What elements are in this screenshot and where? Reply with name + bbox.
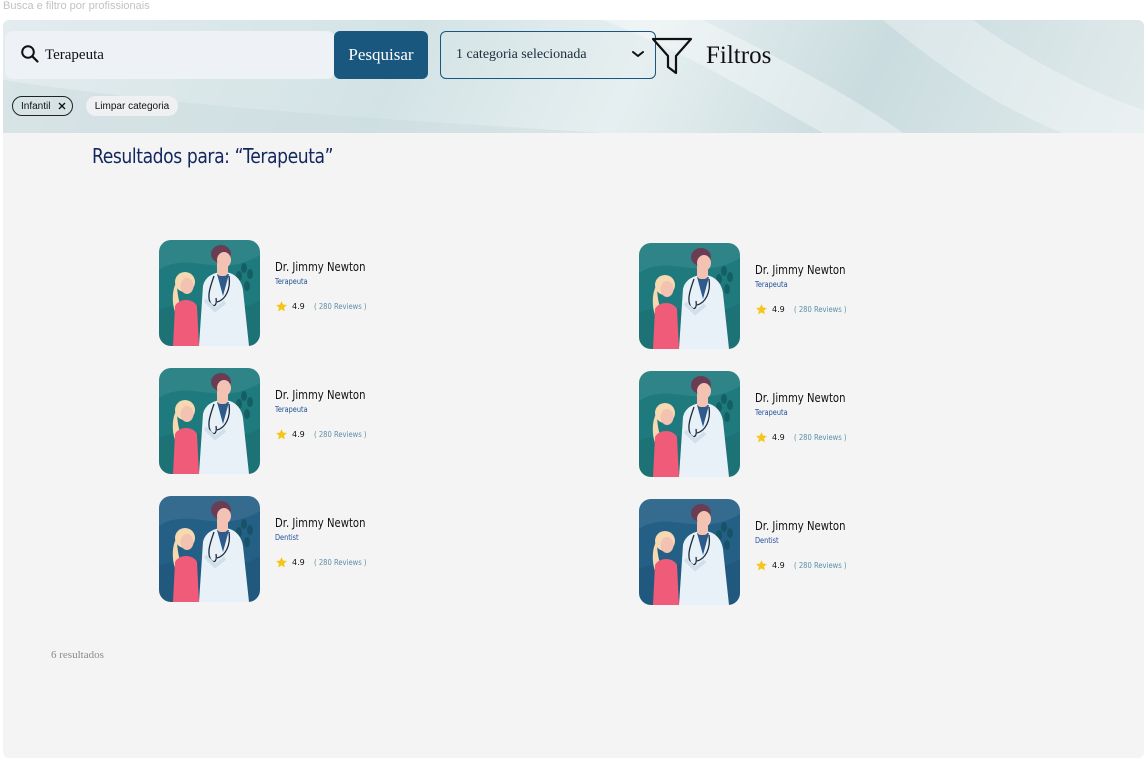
professional-card[interactable]: Dr. Jimmy Newton Dentist 4.9 ( 280 Revie… bbox=[639, 499, 959, 609]
close-icon[interactable] bbox=[58, 102, 66, 110]
clear-category-button[interactable]: Limpar categoria bbox=[86, 96, 178, 116]
professional-card[interactable]: Dr. Jimmy Newton Terapeuta 4.9 ( 280 Rev… bbox=[639, 371, 959, 481]
rating-value: 4.9 bbox=[772, 305, 785, 314]
rating-row: 4.9 ( 280 Reviews ) bbox=[755, 303, 863, 316]
rating-row: 4.9 ( 280 Reviews ) bbox=[275, 556, 383, 569]
reviews-link[interactable]: ( 280 Reviews ) bbox=[314, 430, 367, 439]
rating-value: 4.9 bbox=[292, 430, 305, 439]
results-title: Resultados para: “Terapeuta” bbox=[92, 144, 334, 168]
rating-row: 4.9 ( 280 Reviews ) bbox=[755, 559, 863, 572]
reviews-link[interactable]: ( 280 Reviews ) bbox=[794, 561, 847, 570]
reviews-link[interactable]: ( 280 Reviews ) bbox=[794, 433, 847, 442]
card-info: Dr. Jimmy Newton Dentist 4.9 ( 280 Revie… bbox=[755, 519, 863, 572]
category-chip-infantil[interactable]: Infantil bbox=[12, 96, 73, 116]
professional-card[interactable]: Dr. Jimmy Newton Terapeuta 4.9 ( 280 Rev… bbox=[159, 240, 479, 350]
rating-row: 4.9 ( 280 Reviews ) bbox=[275, 428, 383, 441]
reviews-link[interactable]: ( 280 Reviews ) bbox=[314, 558, 367, 567]
professional-card[interactable]: Dr. Jimmy Newton Terapeuta 4.9 ( 280 Rev… bbox=[639, 243, 959, 353]
chevron-down-icon bbox=[632, 51, 644, 57]
doctor-specialty: Terapeuta bbox=[275, 277, 308, 286]
rating-value: 4.9 bbox=[772, 561, 785, 570]
doctor-specialty: Terapeuta bbox=[275, 405, 308, 414]
card-info: Dr. Jimmy Newton Terapeuta 4.9 ( 280 Rev… bbox=[275, 388, 383, 441]
doctor-specialty: Dentist bbox=[755, 536, 779, 545]
category-select-value: 1 categoria selecionada bbox=[456, 47, 587, 62]
card-info: Dr. Jimmy Newton Terapeuta 4.9 ( 280 Rev… bbox=[275, 260, 383, 313]
doctor-name: Dr. Jimmy Newton bbox=[275, 388, 366, 402]
doctor-name: Dr. Jimmy Newton bbox=[275, 260, 366, 274]
doctor-photo bbox=[159, 240, 260, 346]
doctor-specialty: Dentist bbox=[275, 533, 299, 542]
results-count: 6 resultados bbox=[51, 649, 104, 661]
card-info: Dr. Jimmy Newton Terapeuta 4.9 ( 280 Rev… bbox=[755, 263, 863, 316]
doctor-specialty: Terapeuta bbox=[755, 408, 788, 417]
doctor-name: Dr. Jimmy Newton bbox=[755, 391, 846, 405]
star-icon bbox=[276, 301, 287, 312]
doctor-name: Dr. Jimmy Newton bbox=[755, 263, 846, 277]
doctor-photo bbox=[639, 243, 740, 349]
app-frame: Pesquisar 1 categoria selecionada Filtro… bbox=[3, 20, 1144, 758]
card-info: Dr. Jimmy Newton Dentist 4.9 ( 280 Revie… bbox=[275, 516, 383, 569]
doctor-photo bbox=[159, 496, 260, 602]
reviews-link[interactable]: ( 280 Reviews ) bbox=[794, 305, 847, 314]
doctor-photo bbox=[159, 368, 260, 474]
doctor-name: Dr. Jimmy Newton bbox=[755, 519, 846, 533]
rating-row: 4.9 ( 280 Reviews ) bbox=[755, 431, 863, 444]
star-icon bbox=[756, 304, 767, 315]
doctor-specialty: Terapeuta bbox=[755, 280, 788, 289]
filters-label: Filtros bbox=[706, 42, 772, 69]
chip-label: Infantil bbox=[21, 100, 51, 112]
rating-value: 4.9 bbox=[772, 433, 785, 442]
card-info: Dr. Jimmy Newton Terapeuta 4.9 ( 280 Rev… bbox=[755, 391, 863, 444]
star-icon bbox=[276, 557, 287, 568]
search-field[interactable] bbox=[5, 31, 335, 79]
search-input[interactable] bbox=[45, 43, 325, 67]
professional-card[interactable]: Dr. Jimmy Newton Dentist 4.9 ( 280 Revie… bbox=[159, 496, 479, 606]
filters-button[interactable]: Filtros bbox=[650, 36, 771, 76]
rating-row: 4.9 ( 280 Reviews ) bbox=[275, 300, 383, 313]
doctor-photo bbox=[639, 499, 740, 605]
professional-card[interactable]: Dr. Jimmy Newton Terapeuta 4.9 ( 280 Rev… bbox=[159, 368, 479, 478]
search-button[interactable]: Pesquisar bbox=[334, 31, 428, 79]
search-header: Pesquisar 1 categoria selecionada Filtro… bbox=[3, 20, 1144, 133]
star-icon bbox=[276, 429, 287, 440]
doctor-photo bbox=[639, 371, 740, 477]
reviews-link[interactable]: ( 280 Reviews ) bbox=[314, 302, 367, 311]
star-icon bbox=[756, 432, 767, 443]
star-icon bbox=[756, 560, 767, 571]
rating-value: 4.9 bbox=[292, 558, 305, 567]
page-caption: Busca e filtro por profissionais bbox=[3, 0, 150, 12]
filter-icon bbox=[651, 37, 693, 75]
doctor-name: Dr. Jimmy Newton bbox=[275, 516, 366, 530]
search-icon bbox=[21, 45, 39, 63]
category-select[interactable]: 1 categoria selecionada bbox=[440, 31, 656, 79]
rating-value: 4.9 bbox=[292, 302, 305, 311]
